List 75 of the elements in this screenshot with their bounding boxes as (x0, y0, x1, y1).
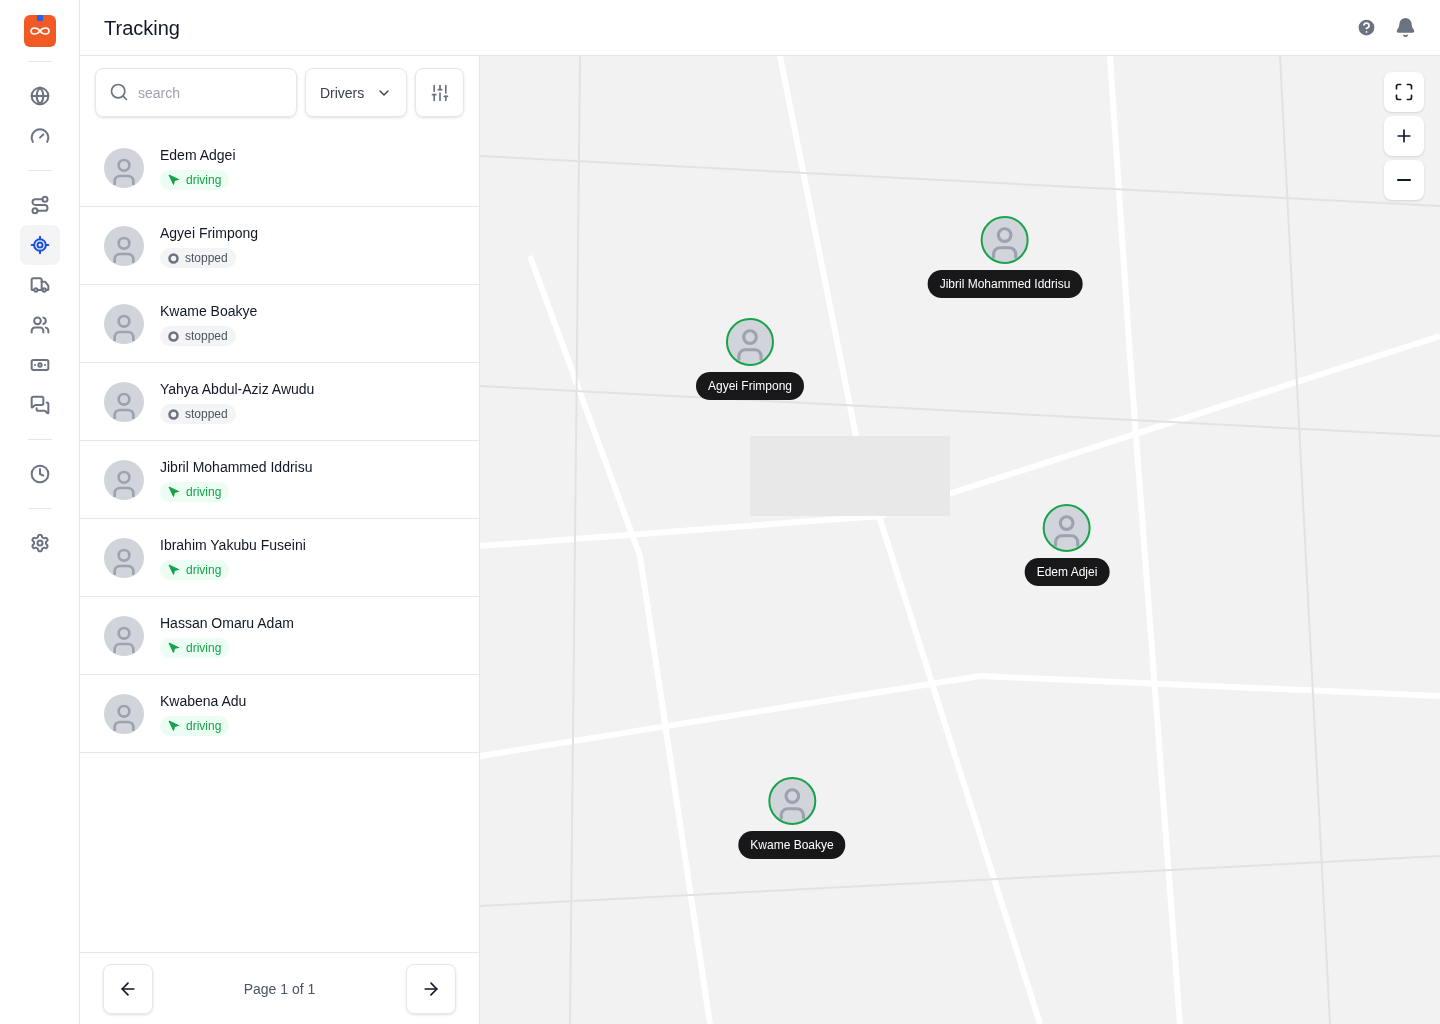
page-indicator: Page 1 of 1 (243, 979, 316, 999)
search-field[interactable]: search (95, 68, 297, 117)
zoom-in-button[interactable] (1384, 116, 1424, 156)
app-logo[interactable] (23, 15, 56, 47)
driver-name: Jibril Mohammed Iddrisu (160, 458, 313, 477)
page-title: Tracking (104, 15, 180, 41)
map-marker-avatar[interactable] (768, 777, 816, 825)
chat-icon (29, 395, 50, 415)
filter-button[interactable] (415, 68, 464, 117)
minus-icon (1397, 179, 1411, 181)
driver-list-item[interactable]: Kwabena Adu driving (80, 675, 479, 753)
avatar (104, 615, 144, 656)
map-marker-avatar[interactable] (1043, 504, 1091, 552)
driver-list-item[interactable]: Agyei Frimpong stopped (80, 207, 479, 285)
avatar (104, 225, 144, 266)
help-icon[interactable] (1356, 17, 1377, 38)
status-badge: driving (160, 482, 230, 502)
status-badge: stopped (160, 248, 236, 268)
avatar (104, 459, 144, 500)
sliders-icon (429, 82, 450, 103)
clock-icon (29, 464, 50, 484)
navigation-arrow-icon (168, 642, 180, 654)
gauge-icon (29, 126, 50, 146)
status-badge: driving (160, 716, 230, 736)
map-marker-label: Kwame Boakye (738, 831, 846, 859)
driver-name: Edem Adgei (160, 146, 236, 165)
map-marker-label: Agyei Frimpong (696, 372, 804, 400)
status-badge: driving (160, 638, 230, 658)
previous-page-button[interactable] (103, 963, 153, 1014)
driver-list-item[interactable]: Jibril Mohammed Iddrisu driving (80, 441, 479, 519)
navigation-arrow-icon (168, 174, 180, 186)
avatar (104, 303, 144, 344)
settings-icon (29, 533, 50, 553)
driver-list-item[interactable]: Ibrahim Yakubu Fuseini driving (80, 519, 479, 597)
avatar (104, 537, 144, 578)
navigation-arrow-icon (168, 720, 180, 732)
globe-icon (29, 86, 50, 106)
nav-item[interactable] (19, 225, 60, 265)
driver-name: Kwabena Adu (160, 692, 247, 711)
driver-list-item[interactable]: Edem Adgei driving (80, 129, 479, 207)
driver-name: Kwame Boakye (160, 302, 258, 321)
avatar (104, 147, 144, 188)
driver-name: Agyei Frimpong (160, 224, 259, 243)
map-background[interactable]: Jibril Mohammed Iddrisu Agyei Frimpong Edem Adjei Kwame Boakye (480, 56, 1440, 1024)
avatar (104, 693, 144, 734)
users-icon (29, 315, 50, 335)
status-badge: stopped (160, 326, 236, 346)
truck-icon (29, 275, 50, 295)
map-marker-label: Jibril Mohammed Iddrisu (927, 270, 1083, 298)
notification-bell-icon[interactable] (1395, 17, 1416, 38)
driver-name: Hassan Omaru Adam (160, 614, 294, 633)
next-page-button[interactable] (406, 963, 456, 1014)
stop-dot-icon (168, 408, 179, 420)
search-icon (109, 82, 129, 102)
status-badge: driving (160, 560, 230, 580)
stop-dot-icon (168, 330, 179, 342)
driver-list-item[interactable]: Yahya Abdul-Aziz Awudu stopped (80, 363, 479, 441)
fullscreen-button[interactable] (1384, 72, 1424, 112)
driver-list-item[interactable]: Hassan Omaru Adam driving (80, 597, 479, 675)
status-badge: stopped (160, 404, 236, 424)
map-marker-avatar[interactable] (726, 318, 774, 366)
navigation-arrow-icon (168, 564, 180, 576)
drivers-dropdown[interactable]: Drivers (304, 68, 408, 117)
map-marker-label: Edem Adjei (1024, 558, 1110, 586)
stop-dot-icon (168, 252, 179, 264)
driver-name: Yahya Abdul-Aziz Awudu (160, 380, 315, 399)
route-icon (29, 195, 50, 215)
avatar (104, 381, 144, 422)
navigation-arrow-icon (168, 486, 180, 498)
status-badge: driving (160, 170, 230, 190)
map-marker-avatar[interactable] (981, 216, 1029, 264)
driver-name: Ibrahim Yakubu Fuseini (160, 536, 306, 555)
crosshair-icon (29, 235, 50, 255)
fullscreen-icon (1394, 82, 1414, 102)
driver-list-item[interactable]: Kwame Boakye stopped (80, 285, 479, 363)
